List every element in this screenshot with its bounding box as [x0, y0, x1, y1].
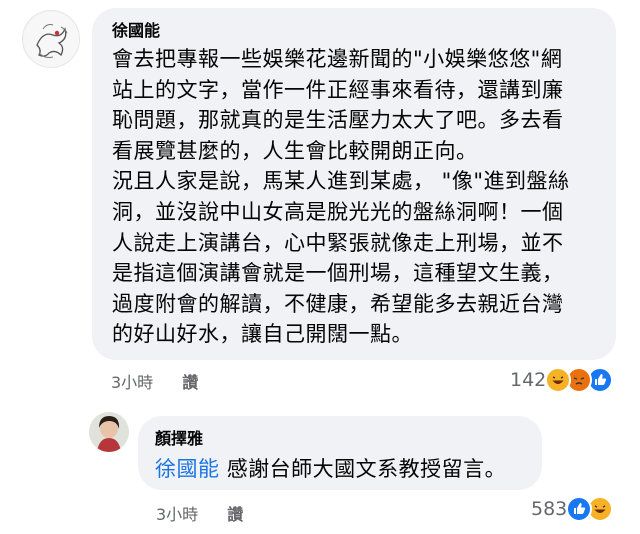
avatar[interactable]	[89, 412, 129, 452]
reaction-summary[interactable]: 142	[510, 365, 614, 395]
comment-line: 站上的文字，當作一件正經事來看待，還講到廉	[112, 77, 564, 102]
comment-meta: 3小時 讚	[111, 369, 198, 393]
comment-text: 徐國能 感謝台師大國文系教授留言。	[155, 454, 542, 484]
thread-connector	[51, 70, 81, 432]
comment-author[interactable]: 顏擇雅	[155, 428, 542, 450]
comment-body: 感謝台師大國文系教授留言。	[226, 457, 507, 481]
comment-author[interactable]: 徐國能	[112, 20, 616, 42]
comment-line: 會去把專報一些娛樂花邊新聞的"小娛樂悠悠"網	[112, 47, 563, 71]
like-button[interactable]: 讚	[182, 373, 198, 392]
comment-bubble: 顏擇雅 徐國能 感謝台師大國文系教授留言。	[138, 416, 542, 490]
avatar[interactable]	[22, 10, 80, 68]
comment-line: 看展覽甚麼的，人生會比較開朗正向。	[112, 138, 478, 163]
profile-photo-icon	[89, 412, 129, 452]
comment-line: 過度附會的解讀，不健康，希望能多去親近台灣	[112, 291, 564, 316]
comment-line: 洞，並沒說中山女高是脫光光的盤絲洞啊！一個	[112, 199, 564, 224]
comment-timestamp[interactable]: 3小時	[111, 373, 153, 392]
comment-line: 恥問題，那就真的是生活壓力太大了吧。多去看	[112, 108, 564, 133]
dragon-drawing-icon	[24, 12, 79, 67]
comment-line: 是指這個演講會就是一個刑場，這種望文生義，	[112, 261, 564, 286]
haha-icon	[545, 367, 572, 393]
mention-link[interactable]: 徐國能	[155, 457, 220, 481]
comment-bubble: 徐國能 會去把專報一些娛樂花邊新聞的"小娛樂悠悠"網 站上的文字，當作一件正經事…	[92, 8, 616, 360]
like-button[interactable]: 讚	[227, 505, 243, 524]
reaction-count: 142	[510, 369, 547, 391]
comment-timestamp[interactable]: 3小時	[156, 505, 198, 524]
comment-text: 會去把專報一些娛樂花邊新聞的"小娛樂悠悠"網 站上的文字，當作一件正經事來看待，…	[112, 44, 620, 350]
like-icon	[566, 496, 593, 522]
reaction-count: 583	[531, 498, 568, 520]
comment-line: 人說走上演講台，心中緊張就像走上刑場，並不	[112, 230, 564, 255]
comment-line: 況且人家是說，馬某人進到某處， "像"進到盤絲	[112, 169, 570, 194]
comment-line: 的好山好水，讓自己開闊一點。	[112, 322, 413, 347]
reaction-summary[interactable]: 583	[531, 494, 614, 524]
comment-meta: 3小時 讚	[156, 501, 243, 525]
